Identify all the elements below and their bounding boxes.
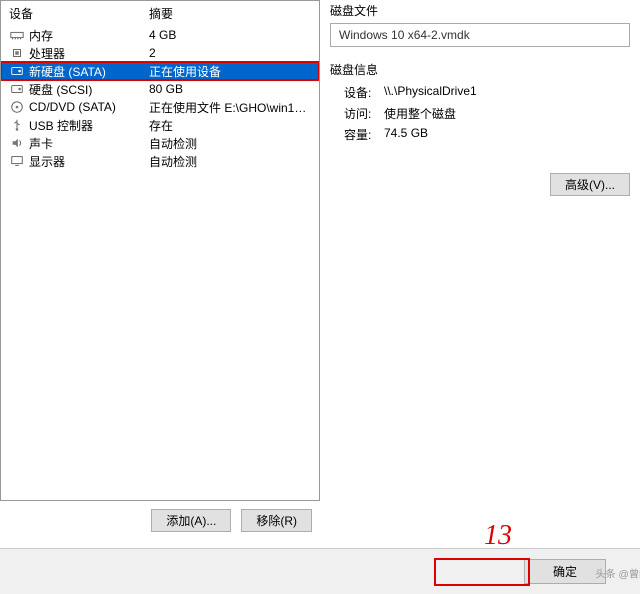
cd-icon — [9, 99, 25, 115]
device-name: 显示器 — [29, 153, 149, 170]
info-label: 设备: — [344, 84, 384, 101]
remove-button[interactable]: 移除(R) — [241, 509, 312, 532]
device-summary: 自动检测 — [149, 135, 311, 152]
info-row: 容量: 74.5 GB — [330, 124, 630, 145]
disk-icon — [9, 63, 25, 79]
device-summary: 自动检测 — [149, 153, 311, 170]
ok-button[interactable]: 确定 — [524, 559, 606, 584]
disk-file-input[interactable] — [330, 23, 630, 47]
device-row[interactable]: 声卡 自动检测 — [1, 134, 319, 152]
advanced-button[interactable]: 高级(V)... — [550, 173, 630, 196]
footer: 确定 — [0, 548, 640, 594]
cpu-icon — [9, 45, 25, 61]
device-row[interactable]: 处理器 2 — [1, 44, 319, 62]
header-device: 设备 — [9, 5, 149, 22]
info-row: 设备: \\.\PhysicalDrive1 — [330, 82, 630, 103]
device-row[interactable]: USB 控制器 存在 — [1, 116, 319, 134]
device-summary: 正在使用设备 — [149, 63, 311, 80]
disk-info-label: 磁盘信息 — [330, 61, 630, 78]
device-name: USB 控制器 — [29, 117, 149, 134]
device-name: CD/DVD (SATA) — [29, 100, 149, 114]
device-summary: 存在 — [149, 117, 311, 134]
add-button[interactable]: 添加(A)... — [151, 509, 231, 532]
disk-file-label: 磁盘文件 — [330, 2, 630, 19]
device-row[interactable]: 显示器 自动检测 — [1, 152, 319, 170]
device-summary: 2 — [149, 46, 311, 60]
device-name: 新硬盘 (SATA) — [29, 63, 149, 80]
device-list: 内存 4 GB 处理器 2 新硬盘 (SATA) 正在使用设备 硬盘 (SCSI… — [1, 26, 319, 500]
info-value: 74.5 GB — [384, 126, 630, 143]
display-icon — [9, 153, 25, 169]
info-label: 容量: — [344, 126, 384, 143]
device-name: 处理器 — [29, 45, 149, 62]
disk-icon — [9, 81, 25, 97]
header-summary: 摘要 — [149, 5, 311, 22]
device-row[interactable]: 硬盘 (SCSI) 80 GB — [1, 80, 319, 98]
left-button-row: 添加(A)... 移除(R) — [0, 501, 320, 540]
info-value: \\.\PhysicalDrive1 — [384, 84, 630, 101]
info-value: 使用整个磁盘 — [384, 105, 630, 122]
memory-icon — [9, 27, 25, 43]
device-summary: 80 GB — [149, 82, 311, 96]
device-name: 内存 — [29, 27, 149, 44]
device-row[interactable]: 内存 4 GB — [1, 26, 319, 44]
device-summary: 正在使用文件 E:\GHO\win10\z... — [149, 99, 311, 116]
device-name: 硬盘 (SCSI) — [29, 81, 149, 98]
device-name: 声卡 — [29, 135, 149, 152]
device-list-header: 设备 摘要 — [1, 1, 319, 26]
sound-icon — [9, 135, 25, 151]
info-label: 访问: — [344, 105, 384, 122]
device-row[interactable]: 新硬盘 (SATA) 正在使用设备 — [1, 62, 319, 80]
right-panel: 磁盘文件 磁盘信息 设备: \\.\PhysicalDrive1 访问: 使用整… — [320, 0, 640, 540]
usb-icon — [9, 117, 25, 133]
device-summary: 4 GB — [149, 28, 311, 42]
device-panel: 设备 摘要 内存 4 GB 处理器 2 新硬盘 (SATA) 正在使用设备 硬盘… — [0, 0, 320, 501]
device-row[interactable]: CD/DVD (SATA) 正在使用文件 E:\GHO\win10\z... — [1, 98, 319, 116]
info-row: 访问: 使用整个磁盘 — [330, 103, 630, 124]
